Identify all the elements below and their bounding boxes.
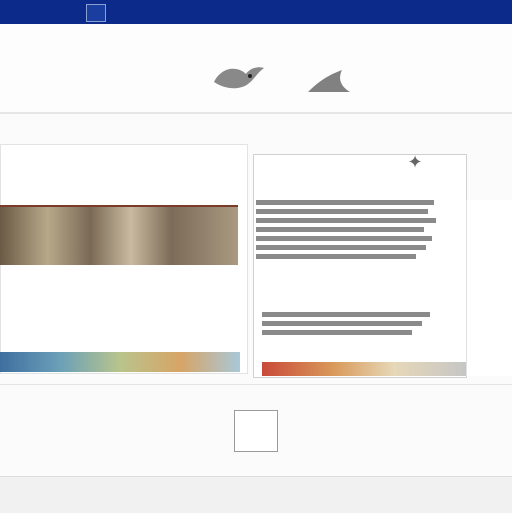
header-subline — [0, 102, 512, 116]
bookmark-icon[interactable]: ✦ — [394, 152, 436, 178]
right-link-list — [472, 210, 512, 226]
left-panel-header — [0, 146, 245, 160]
lower-badge[interactable] — [234, 410, 278, 452]
window-title-bar — [0, 0, 512, 24]
left-image-strip[interactable] — [0, 352, 240, 372]
middle-image-strip[interactable] — [262, 362, 466, 376]
right-top-button[interactable] — [466, 150, 510, 164]
bird-silhouette-icon — [308, 70, 350, 92]
middle-paragraph — [256, 200, 436, 280]
footer — [0, 476, 512, 513]
middle-panel-title[interactable] — [256, 160, 376, 182]
left-link-list — [78, 278, 228, 284]
left-panel-title[interactable] — [36, 162, 236, 184]
middle-paragraph-2 — [262, 312, 432, 352]
feature-photo[interactable] — [0, 205, 238, 265]
window-tab[interactable] — [86, 4, 106, 22]
right-sidebar — [466, 200, 512, 376]
bird-logo-icon — [214, 67, 264, 89]
